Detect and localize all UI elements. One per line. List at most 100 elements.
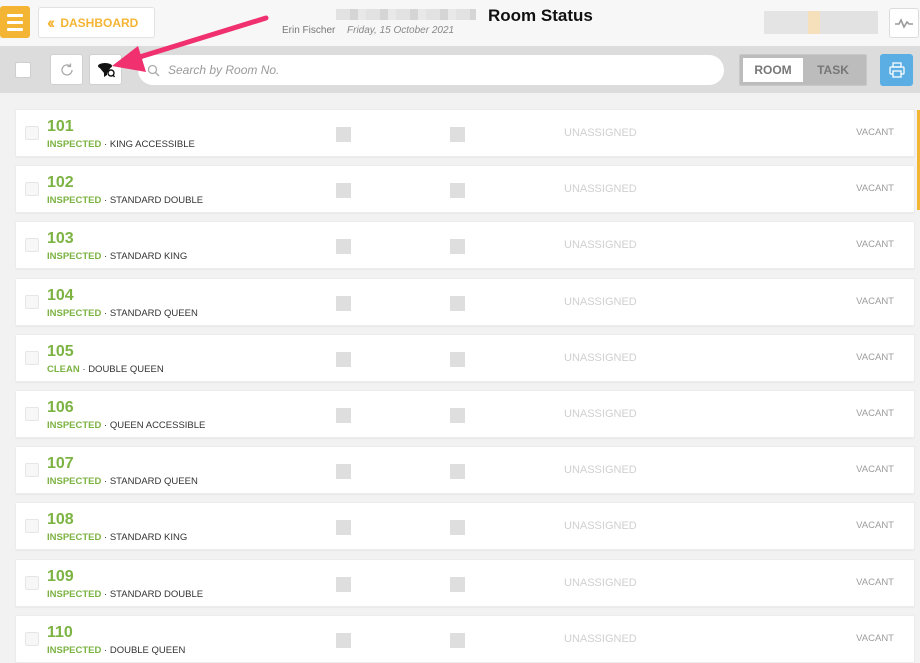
room-meta: CLEAN · DOUBLE QUEEN [47,363,164,375]
select-all-checkbox[interactable] [15,62,31,78]
room-row[interactable]: 102 INSPECTED · STANDARD DOUBLE UNASSIGNED… [15,165,915,214]
room-status: INSPECTED [47,307,102,319]
toggle-task[interactable]: TASK [803,58,863,82]
room-assignee[interactable]: UNASSIGNED [564,577,637,589]
room-checkbox[interactable] [25,350,39,365]
refresh-icon [60,63,73,76]
room-type: QUEEN ACCESSIBLE [109,420,206,431]
room-checkbox[interactable] [25,238,39,253]
room-checkbox[interactable] [25,126,39,140]
room-type: STANDARD KING [109,251,188,263]
room-row[interactable]: 106 INSPECTED · QUEEN ACCESSIBLE UNASSIGNE… [15,390,915,438]
room-checkbox[interactable] [25,631,39,646]
room-number: 104 [47,286,74,304]
chevron-double-left-icon: ‹‹ [47,13,56,32]
room-checkbox[interactable] [25,575,39,590]
room-number: 110 [47,623,73,641]
room-assignee[interactable]: UNASSIGNED [564,239,637,251]
room-assignee[interactable]: UNASSIGNED [564,633,637,645]
status-indicator [336,295,351,311]
pulse-icon [895,18,913,29]
search-input[interactable] [168,63,708,77]
printer-icon [888,62,905,78]
room-meta: INSPECTED · QUEEN ACCESSIBLE [47,420,206,431]
room-row[interactable]: 101 INSPECTED · KING ACCESSIBLE UNASSIGNED… [15,109,915,157]
room-number: 102 [47,174,74,192]
menu-button[interactable] [0,6,30,38]
room-checkbox[interactable] [25,463,39,478]
status-indicator [336,632,351,648]
status-indicator [336,408,351,423]
page-title: Room Status [488,6,593,25]
room-checkbox[interactable] [25,294,39,309]
room-occupancy: VACANT [856,520,894,532]
room-row[interactable]: 103 INSPECTED · STANDARD KING UNASSIGNED VA… [15,221,915,270]
top-bar: ‹‹ DASHBOARD Room Status Erin Fischer Fr… [0,0,920,46]
room-number: 105 [47,342,74,360]
room-meta: INSPECTED · STANDARD DOUBLE [47,195,204,207]
status-indicator [336,576,351,592]
room-task-toggle[interactable]: ROOM TASK [739,54,867,86]
activity-button[interactable] [889,8,919,38]
current-date: Friday, 15 October 2021 [347,25,455,36]
room-status: INSPECTED [47,476,102,488]
room-assignee[interactable]: UNASSIGNED [564,408,637,420]
room-type: STANDARD DOUBLE [109,195,204,207]
status-indicator [336,520,351,536]
room-assignee[interactable]: UNASSIGNED [564,520,637,532]
room-status: INSPECTED [47,588,102,600]
room-type: DOUBLE QUEEN [88,363,164,375]
room-assignee[interactable]: UNASSIGNED [564,183,637,195]
room-assignee[interactable]: UNASSIGNED [564,296,637,308]
room-row[interactable]: 107 INSPECTED · STANDARD QUEEN UNASSIGNED V… [15,446,915,495]
room-assignee[interactable]: UNASSIGNED [564,464,637,476]
room-row[interactable]: 104 INSPECTED · STANDARD QUEEN UNASSIGNED V… [15,277,915,326]
blurred-logo [764,11,878,34]
room-row[interactable]: 110 INSPECTED · DOUBLE QUEEN UNASSIGNED VAC… [15,614,915,663]
room-meta: INSPECTED · STANDARD KING [47,532,188,544]
status-indicator [450,127,465,142]
room-status: INSPECTED [47,139,102,150]
room-row[interactable]: 105 CLEAN · DOUBLE QUEEN UNASSIGNED VACANT [15,333,915,382]
room-status: INSPECTED [47,532,102,544]
search-bar[interactable] [138,55,724,85]
room-number: 103 [47,230,74,248]
room-occupancy: VACANT [856,464,894,476]
filter-button[interactable] [89,54,122,85]
room-meta: INSPECTED · STANDARD QUEEN [47,307,198,319]
room-number: 109 [47,567,74,585]
room-number: 101 [47,118,74,135]
status-indicator [450,239,465,255]
room-row[interactable]: 108 INSPECTED · STANDARD KING UNASSIGNED VA… [15,502,915,551]
room-type: STANDARD DOUBLE [109,588,204,600]
status-indicator [336,351,351,367]
room-row[interactable]: 109 INSPECTED · STANDARD DOUBLE UNASSIGNED… [15,558,915,607]
blurred-property-name [336,9,476,20]
room-meta: INSPECTED · STANDARD QUEEN [47,476,198,488]
room-occupancy: VACANT [856,632,894,644]
room-occupancy: VACANT [856,127,894,138]
status-indicator [336,183,351,199]
search-icon [146,63,160,77]
room-status: INSPECTED [47,195,102,207]
print-button[interactable] [880,54,913,86]
room-meta: INSPECTED · STANDARD KING [47,251,188,263]
dashboard-label: DASHBOARD [60,15,139,30]
room-assignee[interactable]: UNASSIGNED [564,352,637,364]
room-checkbox[interactable] [25,182,39,197]
dashboard-button[interactable]: ‹‹ DASHBOARD [38,7,155,38]
menu-icon [7,13,23,17]
room-number: 106 [47,399,74,416]
room-number: 108 [47,511,74,529]
room-checkbox[interactable] [25,407,39,421]
room-number: 107 [47,455,74,473]
toggle-room[interactable]: ROOM [743,58,803,82]
room-checkbox[interactable] [25,519,39,534]
status-indicator [450,632,465,648]
room-occupancy: VACANT [856,239,894,251]
room-status: INSPECTED [47,251,102,263]
status-indicator [450,576,465,592]
room-type: STANDARD KING [109,532,188,544]
room-assignee[interactable]: UNASSIGNED [564,127,637,139]
refresh-button[interactable] [50,54,83,85]
